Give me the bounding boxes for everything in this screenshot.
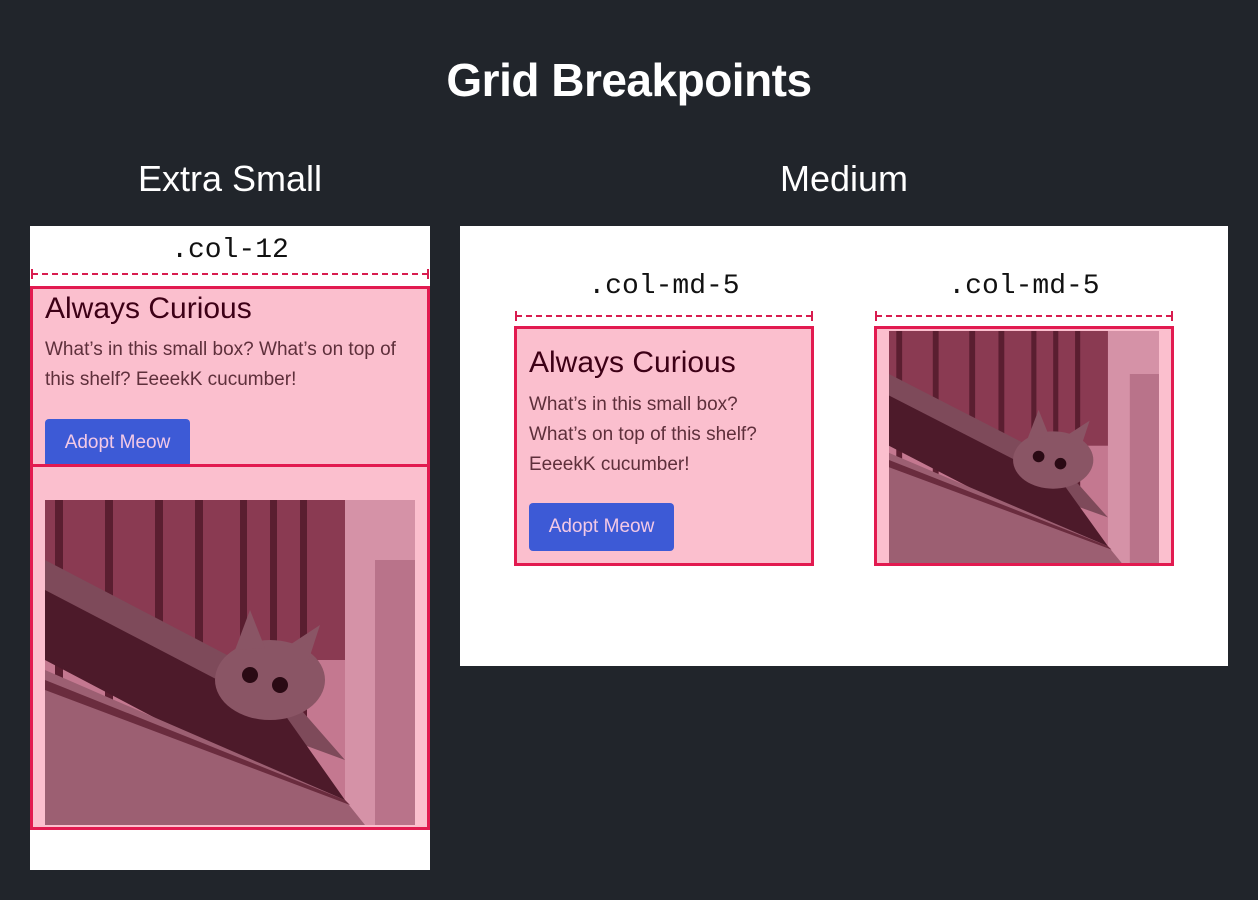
adopt-meow-button[interactable]: Adopt Meow [45, 419, 190, 465]
column-width-marker [32, 273, 428, 275]
adopt-meow-button[interactable]: Adopt Meow [529, 503, 674, 551]
medium-viewport: .col-md-5 .col-md-5 Always Curious What’… [460, 226, 1228, 666]
cat-photo-svg [45, 500, 415, 825]
cat-photo-image [45, 500, 415, 825]
heading-extra-small: Extra Small [137, 158, 323, 199]
cat-photo-svg [889, 331, 1159, 563]
card-text: What’s in this small box? What’s on top … [529, 394, 757, 475]
marker-right-tick [427, 269, 429, 279]
card-title: Always Curious [45, 292, 252, 325]
xs-card-column: Always Curious What’s in this small box?… [30, 286, 430, 468]
right-marker-left-tick [875, 311, 877, 321]
xs-image-column [30, 464, 430, 830]
page-title: Grid Breakpoints [446, 54, 812, 106]
left-marker-left-tick [515, 311, 517, 321]
marker-left-tick [31, 269, 33, 279]
card-title: Always Curious [529, 346, 736, 379]
col-12-label: .col-12 [171, 235, 289, 266]
right-column-width-marker [876, 315, 1172, 317]
md-image-column [874, 326, 1174, 566]
col-md-5-label-left: .col-md-5 [588, 271, 740, 302]
extra-small-viewport: .col-12 Always Curious What’s in this sm… [30, 226, 430, 870]
heading-medium: Medium [779, 158, 909, 199]
md-card-column: Always Curious What’s in this small box?… [514, 326, 814, 566]
left-column-width-marker [516, 315, 812, 317]
cat-photo-image [889, 331, 1159, 563]
right-marker-right-tick [1171, 311, 1173, 321]
left-marker-right-tick [811, 311, 813, 321]
col-md-5-label-right: .col-md-5 [948, 271, 1100, 302]
card-text: What’s in this small box? What’s on top … [45, 339, 396, 390]
